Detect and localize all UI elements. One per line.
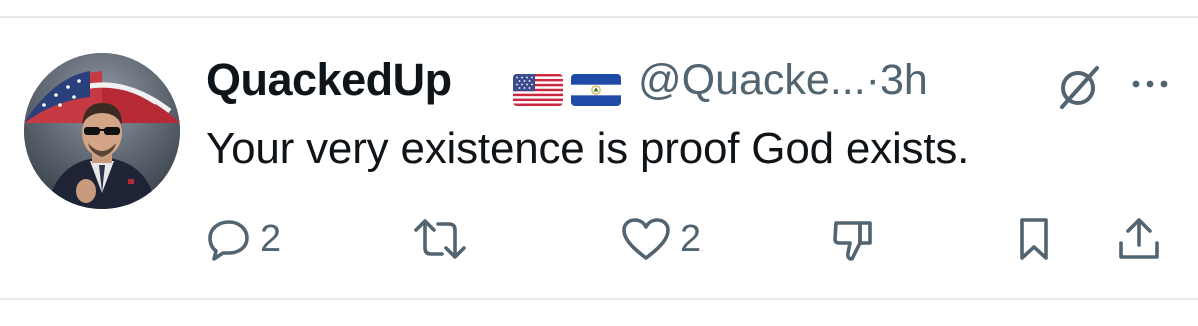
bookmark-button[interactable]: [1012, 214, 1056, 264]
tweet-text: Your very existence is proof God exists.: [206, 124, 970, 173]
reply-button[interactable]: 2: [206, 214, 281, 264]
reply-count: 2: [260, 218, 282, 260]
avatar[interactable]: [24, 53, 180, 209]
share-button[interactable]: [1116, 214, 1162, 264]
retweet-icon: [412, 216, 468, 262]
retweet-button[interactable]: [412, 214, 476, 264]
reply-icon: [206, 216, 252, 262]
display-name[interactable]: QuackedUp: [206, 54, 452, 106]
thumbs-down-icon: [830, 215, 878, 263]
flag-emojis: [513, 74, 621, 106]
dislike-button[interactable]: [830, 214, 878, 264]
like-count: 2: [680, 218, 702, 260]
el-salvador-flag-icon: [571, 74, 621, 106]
grok-slash-icon[interactable]: [1054, 62, 1104, 112]
tweet-header: QuackedUp @Quacke...·3h: [206, 52, 1176, 109]
us-flag-icon: [513, 74, 563, 106]
like-button[interactable]: 2: [620, 214, 701, 264]
bottom-divider: [0, 298, 1198, 300]
more-dots-icon[interactable]: [1128, 66, 1172, 102]
bookmark-icon: [1012, 215, 1056, 263]
heart-icon: [620, 216, 672, 262]
share-icon: [1116, 215, 1162, 263]
handle-and-timestamp[interactable]: @Quacke...·3h: [638, 54, 928, 106]
tweet[interactable]: QuackedUp @Quacke...·3h Your very existe…: [0, 18, 1198, 298]
